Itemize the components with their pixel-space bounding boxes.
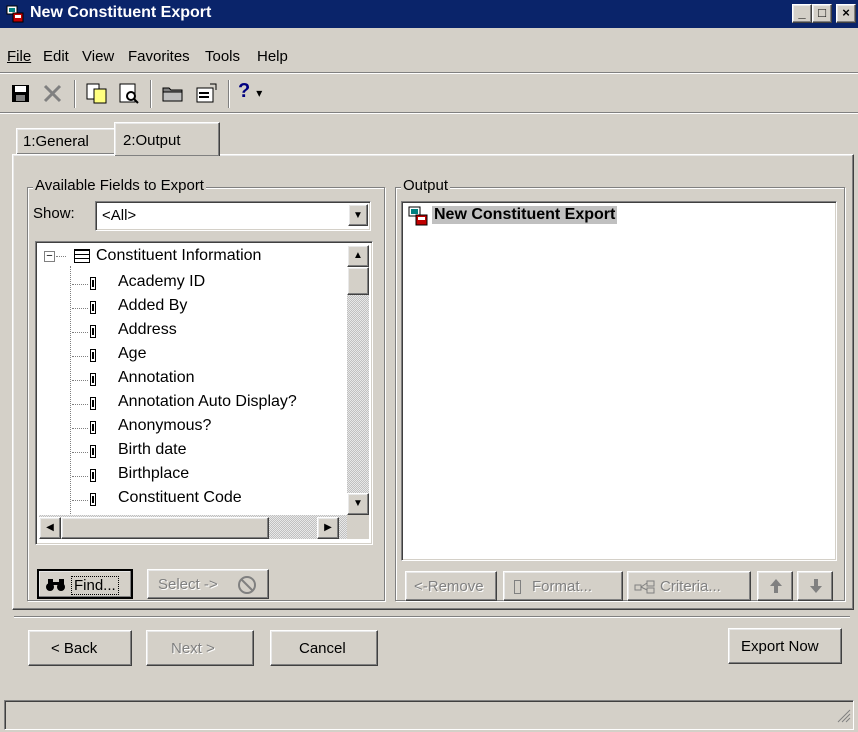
- arrow-down-icon: [808, 577, 824, 599]
- move-up-button[interactable]: [757, 571, 793, 601]
- scroll-left-button[interactable]: ◀: [39, 517, 61, 539]
- tab-panel: Available Fields to Export Show: <All> ▼…: [12, 154, 854, 610]
- preview-icon[interactable]: [116, 80, 142, 106]
- field-icon: [90, 493, 96, 506]
- move-down-button[interactable]: [797, 571, 833, 601]
- field-label: Anonymous?: [118, 417, 212, 434]
- field-label: Birth date: [118, 441, 187, 458]
- show-label: Show:: [33, 205, 75, 222]
- output-label: Output: [401, 177, 451, 194]
- help-icon[interactable]: ? ▾: [238, 80, 268, 106]
- minimize-button[interactable]: _: [792, 4, 812, 23]
- field-icon: [90, 397, 96, 410]
- field-item[interactable]: Academy ID: [36, 272, 336, 296]
- field-icon: [90, 373, 96, 386]
- field-icon: [90, 445, 96, 458]
- export-now-button[interactable]: Export Now: [728, 628, 842, 664]
- field-item[interactable]: Annotation: [36, 368, 336, 392]
- field-label: Annotation: [118, 369, 195, 386]
- scroll-up-button[interactable]: ▲: [347, 245, 369, 267]
- scroll-thumb-h[interactable]: [61, 517, 269, 539]
- close-button[interactable]: ×: [836, 4, 856, 23]
- menu-edit[interactable]: Edit: [43, 48, 69, 65]
- folder-icon[interactable]: [160, 80, 186, 106]
- format-button[interactable]: Format...: [503, 571, 623, 601]
- tab-output[interactable]: 2:Output: [114, 122, 220, 156]
- field-format-icon: [514, 580, 521, 594]
- field-item[interactable]: Birth date: [36, 440, 336, 464]
- binoculars-icon: [45, 577, 67, 597]
- field-item[interactable]: Address: [36, 320, 336, 344]
- field-item[interactable]: Age: [36, 344, 336, 368]
- collapse-icon[interactable]: −: [44, 251, 55, 262]
- menu-tools[interactable]: Tools: [205, 48, 240, 65]
- field-icon: [90, 421, 96, 434]
- select-button[interactable]: Select ->: [147, 569, 269, 599]
- save-icon[interactable]: [8, 80, 34, 106]
- scroll-thumb-v[interactable]: [347, 267, 369, 295]
- export-icon: [408, 206, 428, 230]
- menu-help[interactable]: Help: [257, 48, 288, 65]
- no-entry-icon: [236, 574, 258, 600]
- field-item[interactable]: Added By: [36, 296, 336, 320]
- field-icon: [90, 469, 96, 482]
- arrow-up-icon: [768, 577, 784, 599]
- tree-root[interactable]: − Constituent Information: [36, 246, 336, 270]
- properties-icon[interactable]: [194, 80, 220, 106]
- field-label: Annotation Auto Display?: [118, 393, 297, 410]
- maximize-button[interactable]: □: [812, 4, 832, 23]
- title-bar[interactable]: New Constituent Export _ □ ×: [0, 0, 858, 28]
- scroll-right-button[interactable]: ▶: [317, 517, 339, 539]
- back-button[interactable]: < Back: [28, 630, 132, 666]
- chevron-down-icon[interactable]: ▼: [348, 204, 368, 226]
- field-icon: [90, 277, 96, 290]
- delete-icon[interactable]: [40, 80, 66, 106]
- field-item[interactable]: Constituent Code: [36, 488, 336, 512]
- field-icon: [90, 325, 96, 338]
- cancel-button[interactable]: Cancel: [270, 630, 378, 666]
- field-icon: [90, 301, 96, 314]
- fields-tree[interactable]: − Constituent Information Academy ID Adde…: [35, 241, 373, 545]
- available-fields-label: Available Fields to Export: [33, 177, 206, 194]
- field-item[interactable]: Annotation Auto Display?: [36, 392, 336, 416]
- field-label: Added By: [118, 297, 188, 314]
- status-bar: [4, 700, 854, 730]
- field-label: Address: [118, 321, 177, 338]
- menu-file[interactable]: File: [7, 48, 31, 65]
- output-tree[interactable]: New Constituent Export: [401, 201, 837, 561]
- field-icon: [90, 349, 96, 362]
- scroll-down-button[interactable]: ▼: [347, 493, 369, 515]
- output-root-item[interactable]: New Constituent Export: [432, 206, 618, 224]
- window-title: New Constituent Export: [30, 4, 212, 21]
- criteria-icon: [634, 580, 656, 598]
- app-icon: [6, 5, 24, 23]
- show-select[interactable]: <All> ▼: [95, 201, 371, 231]
- menu-favorites[interactable]: Favorites: [128, 48, 190, 65]
- find-button[interactable]: Find...: [37, 569, 133, 599]
- field-item[interactable]: Birthplace: [36, 464, 336, 488]
- field-label: Constituent Code: [118, 489, 242, 506]
- menu-view[interactable]: View: [82, 48, 114, 65]
- copy-icon[interactable]: [84, 80, 110, 106]
- field-item[interactable]: Anonymous?: [36, 416, 336, 440]
- table-icon: [74, 249, 90, 263]
- tab-general[interactable]: 1:General: [16, 128, 116, 154]
- remove-button[interactable]: <-Remove: [405, 571, 497, 601]
- next-button[interactable]: Next >: [146, 630, 254, 666]
- field-label: Academy ID: [118, 273, 206, 290]
- resize-grip-icon[interactable]: [837, 709, 851, 727]
- field-label: Birthplace: [118, 465, 190, 482]
- criteria-button[interactable]: Criteria...: [627, 571, 751, 601]
- field-label: Age: [118, 345, 147, 362]
